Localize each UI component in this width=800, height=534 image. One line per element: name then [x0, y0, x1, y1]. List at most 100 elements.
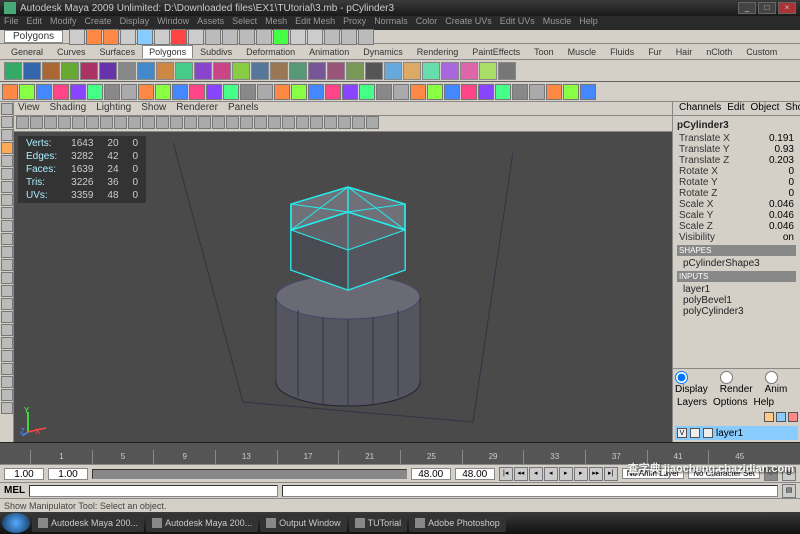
shelf-button[interactable] [289, 62, 307, 80]
tool-icon[interactable] [189, 84, 205, 100]
tool-icon[interactable] [444, 84, 460, 100]
shelf-tab-painteffects[interactable]: PaintEffects [465, 45, 527, 59]
vp-icon[interactable] [198, 116, 211, 129]
shelf-button[interactable] [498, 62, 516, 80]
menu-edit[interactable]: Edit [27, 16, 43, 30]
status-icon[interactable] [171, 29, 187, 45]
shelf-button[interactable] [99, 62, 117, 80]
status-icon[interactable] [69, 29, 85, 45]
layer-icon[interactable] [776, 412, 786, 422]
taskbar-item[interactable]: Output Window [260, 514, 347, 532]
tool-icon[interactable] [19, 84, 35, 100]
tool-icon[interactable] [512, 84, 528, 100]
shelf-button[interactable] [232, 62, 250, 80]
vp-icon[interactable] [296, 116, 309, 129]
shelf-button[interactable] [384, 62, 402, 80]
tool-icon[interactable] [240, 84, 256, 100]
taskbar-item[interactable]: Adobe Photoshop [409, 514, 506, 532]
tool-icon[interactable] [36, 84, 52, 100]
status-icon[interactable] [239, 29, 255, 45]
vp-icon[interactable] [58, 116, 71, 129]
vp-icon[interactable] [268, 116, 281, 129]
minimize-button[interactable]: _ [738, 2, 756, 14]
shelf-tab-fur[interactable]: Fur [641, 45, 669, 59]
status-icon[interactable] [103, 29, 119, 45]
channel-attr[interactable]: Rotate X0 [677, 166, 796, 177]
tool-icon[interactable] [580, 84, 596, 100]
toolbox-tool[interactable] [1, 168, 13, 180]
script-editor-icon[interactable]: ▤ [782, 484, 796, 498]
next-frame-icon[interactable]: ▸ [574, 467, 588, 481]
toolbox-tool[interactable] [1, 350, 13, 362]
tool-icon[interactable] [529, 84, 545, 100]
shelf-button[interactable] [460, 62, 478, 80]
shelf-tab-deformation[interactable]: Deformation [239, 45, 302, 59]
taskbar-item[interactable]: Autodesk Maya 200... [32, 514, 144, 532]
ch-tab-object[interactable]: Object [749, 102, 782, 115]
tool-icon[interactable] [104, 84, 120, 100]
vp-icon[interactable] [352, 116, 365, 129]
new-layer-icon[interactable] [764, 412, 774, 422]
shelf-tab-rendering[interactable]: Rendering [410, 45, 466, 59]
channel-attr[interactable]: Translate X0.191 [677, 133, 796, 144]
vp-icon[interactable] [128, 116, 141, 129]
shelf-button[interactable] [61, 62, 79, 80]
shelf-tab-general[interactable]: General [4, 45, 50, 59]
toolbox-tool[interactable] [1, 337, 13, 349]
status-icon[interactable] [341, 29, 357, 45]
shelf-button[interactable] [346, 62, 364, 80]
shelf-button[interactable] [137, 62, 155, 80]
shelf-tab-surfaces[interactable]: Surfaces [93, 45, 143, 59]
menu-muscle[interactable]: Muscle [543, 16, 572, 30]
out-frame[interactable]: 48.00 [411, 468, 451, 480]
toolbox-tool[interactable] [1, 285, 13, 297]
channel-attr[interactable]: Translate Y0.93 [677, 144, 796, 155]
vp-icon[interactable] [114, 116, 127, 129]
taskbar-item[interactable]: Autodesk Maya 200... [146, 514, 258, 532]
vp-icon[interactable] [366, 116, 379, 129]
status-icon[interactable] [290, 29, 306, 45]
tool-icon[interactable] [342, 84, 358, 100]
shelf-button[interactable] [80, 62, 98, 80]
shelf-tab-curves[interactable]: Curves [50, 45, 93, 59]
vp-menu-renderer[interactable]: Renderer [176, 102, 218, 115]
shelf-button[interactable] [403, 62, 421, 80]
shelf-button[interactable] [479, 62, 497, 80]
toolbox-tool[interactable] [1, 272, 13, 284]
toolbox-tool[interactable] [1, 389, 13, 401]
channel-attr[interactable]: Translate Z0.203 [677, 155, 796, 166]
shelf-tab-ncloth[interactable]: nCloth [699, 45, 739, 59]
range-bar[interactable] [92, 469, 407, 479]
vp-menu-view[interactable]: View [18, 102, 40, 115]
taskbar-item[interactable]: TUTorial [349, 514, 408, 532]
shelf-button[interactable] [270, 62, 288, 80]
channel-attr[interactable]: Scale Y0.046 [677, 210, 796, 221]
tool-icon[interactable] [206, 84, 222, 100]
toolbox-tool[interactable] [1, 194, 13, 206]
tool-icon[interactable] [155, 84, 171, 100]
shelf-button[interactable] [175, 62, 193, 80]
tool-icon[interactable] [546, 84, 562, 100]
menu-edit-uvs[interactable]: Edit UVs [500, 16, 535, 30]
tool-icon[interactable] [172, 84, 188, 100]
shelf-tab-fluids[interactable]: Fluids [603, 45, 641, 59]
layer-menu-layers[interactable]: Layers [677, 397, 707, 408]
tool-icon[interactable] [308, 84, 324, 100]
vp-icon[interactable] [254, 116, 267, 129]
toolbox-tool[interactable] [1, 324, 13, 336]
toolbox-tool[interactable] [1, 207, 13, 219]
channel-attr[interactable]: Rotate Z0 [677, 188, 796, 199]
shelf-button[interactable] [4, 62, 22, 80]
channel-attr[interactable]: Scale Z0.046 [677, 221, 796, 232]
vp-icon[interactable] [338, 116, 351, 129]
toolbox-tool[interactable] [1, 220, 13, 232]
vp-icon[interactable] [100, 116, 113, 129]
shelf-button[interactable] [422, 62, 440, 80]
channel-attr[interactable]: Visibilityon [677, 232, 796, 243]
status-icon[interactable] [86, 29, 102, 45]
shelf-button[interactable] [251, 62, 269, 80]
toolbox-tool[interactable] [1, 142, 13, 154]
toolbox-tool[interactable] [1, 402, 13, 414]
vp-icon[interactable] [212, 116, 225, 129]
shape-node[interactable]: pCylinderShape3 [677, 258, 796, 269]
